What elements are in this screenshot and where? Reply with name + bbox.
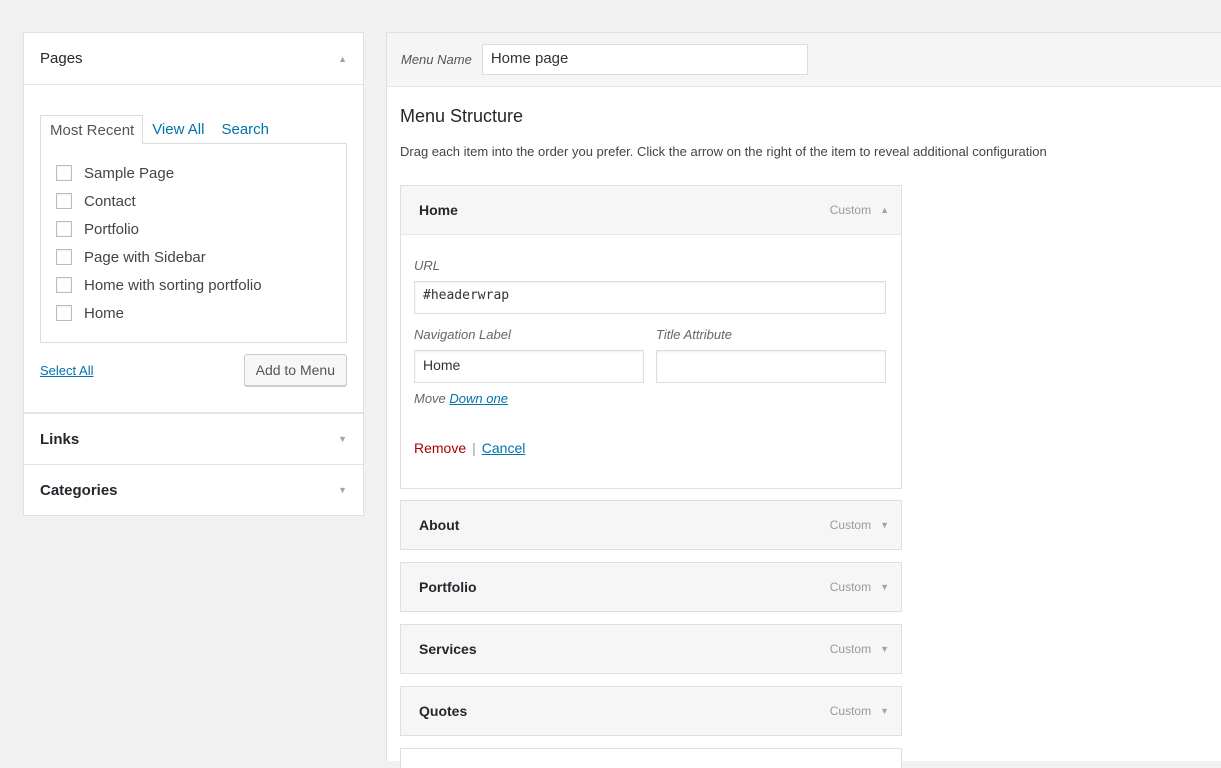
page-option-label: Contact	[84, 192, 136, 210]
menu-item-handle[interactable]: Portfolio Custom ▼	[401, 563, 901, 611]
label-fields: Navigation Label Home Title Attribute	[414, 314, 886, 383]
menu-item-next[interactable]	[400, 748, 902, 768]
pages-section-body: Most Recent View All Search Sample Page …	[24, 85, 363, 413]
menu-item-actions: Remove | Cancel	[414, 440, 886, 456]
menu-name-bar: Menu Name Home page	[387, 33, 1221, 87]
add-menu-items-panel: Pages ▲ Most Recent View All Search Samp…	[23, 32, 364, 516]
menu-item-handle[interactable]: Services Custom ▼	[401, 625, 901, 673]
menu-item-title: Home	[419, 202, 458, 218]
triangle-up-icon[interactable]: ▲	[880, 205, 889, 215]
menu-item-title: Services	[419, 641, 477, 657]
categories-section-header[interactable]: Categories ▼	[24, 464, 363, 515]
menu-item-services: Services Custom ▼	[400, 624, 902, 674]
menu-item-handle[interactable]: Quotes Custom ▼	[401, 687, 901, 735]
menu-item-quotes: Quotes Custom ▼	[400, 686, 902, 736]
page-option-label: Sample Page	[84, 164, 175, 182]
menu-item-type: Custom ▼	[830, 704, 889, 718]
url-input[interactable]: #headerwrap	[414, 281, 886, 314]
page-checkbox[interactable]	[56, 221, 72, 237]
page-option[interactable]: Home with sorting portfolio	[56, 271, 346, 299]
categories-section-title: Categories	[40, 481, 118, 499]
menu-item-type: Custom ▲	[830, 203, 889, 217]
move-down-one-link[interactable]: Down one	[449, 391, 508, 406]
pages-section-title: Pages	[40, 50, 83, 67]
menu-item-settings: URL #headerwrap Navigation Label Home Ti…	[401, 234, 901, 488]
page-option-label: Home	[84, 304, 125, 322]
page-checkbox[interactable]	[56, 165, 72, 181]
menu-item-type-label: Custom	[829, 203, 872, 217]
triangle-down-icon[interactable]: ▼	[880, 644, 889, 654]
menu-item-title: Quotes	[419, 703, 468, 719]
menu-item-title: Portfolio	[419, 579, 477, 595]
page-checkbox[interactable]	[56, 305, 72, 321]
triangle-down-icon[interactable]: ▼	[338, 434, 347, 444]
cancel-link[interactable]: Cancel	[482, 440, 526, 456]
menu-item-about: About Custom ▼	[400, 500, 902, 550]
menu-item-type: Custom ▼	[830, 642, 889, 656]
menu-structure-title: Menu Structure	[400, 106, 524, 126]
page-option[interactable]: Page with Sidebar	[56, 243, 346, 271]
pages-actions: Select All Add to Menu	[40, 354, 347, 386]
remove-link[interactable]: Remove	[414, 440, 466, 456]
add-to-menu-button[interactable]: Add to Menu	[243, 354, 347, 386]
triangle-down-icon[interactable]: ▼	[880, 582, 889, 592]
links-section-header[interactable]: Links ▼	[24, 413, 363, 464]
pages-section-header[interactable]: Pages ▲	[24, 33, 363, 85]
tab-search[interactable]: Search	[212, 115, 277, 144]
page-option[interactable]: Home	[56, 299, 346, 327]
pages-tabs: Most Recent View All Search	[40, 115, 347, 144]
menu-item-type: Custom ▼	[830, 518, 889, 532]
links-section-title: Links	[40, 430, 80, 448]
menu-item-type-label: Custom	[829, 518, 872, 532]
page-option[interactable]: Sample Page	[56, 159, 346, 187]
page-checkbox[interactable]	[56, 277, 72, 293]
menu-item-home: Home Custom ▲ URL #headerwrap Navigation…	[400, 185, 902, 489]
action-separator: |	[472, 440, 476, 456]
page-option[interactable]: Portfolio	[56, 215, 346, 243]
triangle-up-icon[interactable]: ▲	[338, 54, 347, 64]
navigation-label-label: Navigation Label	[414, 327, 511, 342]
pages-checklist: Sample Page Contact Portfolio Page with …	[40, 143, 347, 343]
menu-item-type: Custom ▼	[830, 580, 889, 594]
navigation-label-input[interactable]: Home	[414, 350, 644, 383]
page-option-label: Page with Sidebar	[84, 248, 206, 266]
menu-item-type-label: Custom	[829, 642, 872, 656]
tab-view-all[interactable]: View All	[143, 115, 212, 144]
menu-item-type-label: Custom	[829, 580, 872, 594]
move-label: Move	[414, 391, 446, 406]
url-label: URL	[414, 258, 441, 273]
page-option-label: Portfolio	[84, 220, 140, 238]
move-row: Move Down one	[414, 391, 886, 406]
triangle-down-icon[interactable]: ▼	[338, 485, 347, 495]
triangle-down-icon[interactable]: ▼	[880, 520, 889, 530]
title-attribute-label: Title Attribute	[656, 327, 732, 342]
select-all-link[interactable]: Select All	[40, 363, 93, 378]
menu-item-handle[interactable]: About Custom ▼	[401, 501, 901, 549]
page-option[interactable]: Contact	[56, 187, 346, 215]
tab-most-recent[interactable]: Most Recent	[40, 115, 144, 144]
menu-structure-description: Drag each item into the order you prefer…	[400, 144, 1047, 159]
menu-name-label: Menu Name	[401, 52, 472, 67]
triangle-down-icon[interactable]: ▼	[880, 706, 889, 716]
menu-item-type-label: Custom	[829, 704, 872, 718]
menu-name-input[interactable]: Home page	[481, 44, 808, 75]
menu-item-portfolio: Portfolio Custom ▼	[400, 562, 902, 612]
menu-editor: Menu Name Home page Menu Structure Drag …	[386, 32, 1221, 768]
menu-item-title: About	[419, 517, 460, 533]
page-checkbox[interactable]	[56, 193, 72, 209]
page-checkbox[interactable]	[56, 249, 72, 265]
title-attribute-input[interactable]	[656, 350, 886, 383]
page-option-label: Home with sorting portfolio	[84, 276, 262, 294]
menu-item-handle[interactable]: Home Custom ▲	[401, 186, 901, 234]
